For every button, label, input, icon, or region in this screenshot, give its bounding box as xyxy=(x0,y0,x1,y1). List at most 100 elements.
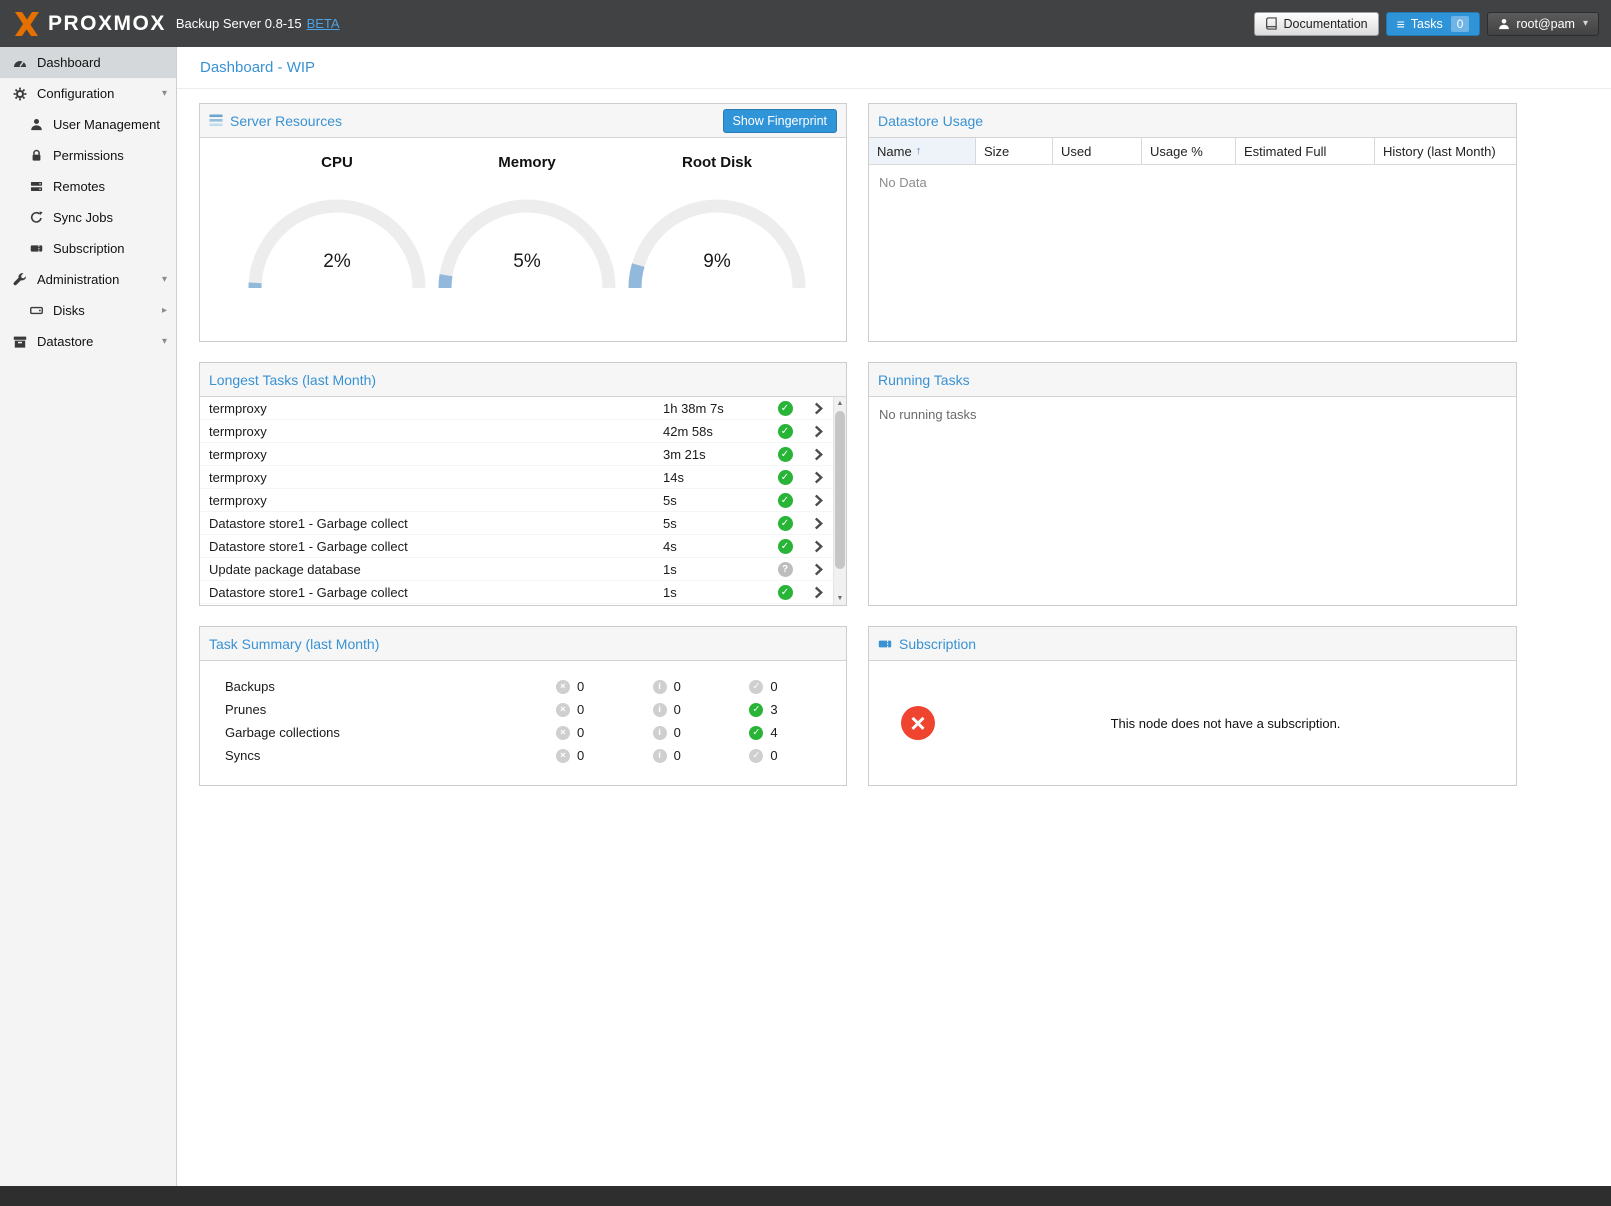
task-name: termproxy xyxy=(209,470,663,485)
documentation-button[interactable]: Documentation xyxy=(1254,12,1379,36)
error-count: 0 xyxy=(577,748,584,763)
task-open-chevron-icon[interactable] xyxy=(803,425,833,438)
longest-tasks-panel: Longest Tasks (last Month) termproxy 1h … xyxy=(199,362,847,606)
error-count-group: × 0 xyxy=(556,702,653,717)
task-open-chevron-icon[interactable] xyxy=(803,563,833,576)
sidebar-item-remotes[interactable]: Remotes xyxy=(0,171,176,202)
task-open-chevron-icon[interactable] xyxy=(803,402,833,415)
sidebar-item-subscription[interactable]: Subscription xyxy=(0,233,176,264)
tasks-button[interactable]: ≡ Tasks 0 xyxy=(1386,12,1481,36)
sidebar-item-configuration[interactable]: Configuration ▾ xyxy=(0,78,176,109)
ticket-icon xyxy=(878,637,892,651)
summary-row: Prunes × 0 i 0 ✓ xyxy=(200,698,846,721)
show-fingerprint-button[interactable]: Show Fingerprint xyxy=(723,109,838,133)
task-open-chevron-icon[interactable] xyxy=(803,494,833,507)
column-usage[interactable]: Usage % xyxy=(1142,138,1236,164)
sidebar-item-label: Permissions xyxy=(53,148,124,163)
user-menu-button[interactable]: root@pam ▾ xyxy=(1487,12,1599,36)
task-summary-header: Task Summary (last Month) xyxy=(200,627,846,661)
user-icon xyxy=(28,118,44,131)
scroll-down-icon[interactable]: ▼ xyxy=(834,592,846,605)
sidebar-item-permissions[interactable]: Permissions xyxy=(0,140,176,171)
task-name: Datastore store1 - Garbage collect xyxy=(209,539,663,554)
gauge-arc: 9% xyxy=(622,193,812,291)
task-row[interactable]: termproxy 14s ✓ xyxy=(200,466,833,489)
task-summary-body: Backups × 0 i 0 ✓ xyxy=(200,661,846,785)
scrollbar-thumb[interactable] xyxy=(835,411,845,569)
task-list-icon: ≡ xyxy=(1397,17,1405,31)
topbar-actions: Documentation ≡ Tasks 0 root@pam ▾ xyxy=(1254,12,1599,36)
brand-name: PROXMOX xyxy=(48,12,166,36)
sidebar-item-label: Configuration xyxy=(37,86,114,101)
task-row[interactable]: Datastore store1 - Garbage collect 4s ✓ xyxy=(200,535,833,558)
longest-tasks-header: Longest Tasks (last Month) xyxy=(200,363,846,397)
sidebar-item-user-management[interactable]: User Management xyxy=(0,109,176,140)
datastore-empty-text: No Data xyxy=(869,165,1516,200)
task-open-chevron-icon[interactable] xyxy=(803,540,833,553)
column-used[interactable]: Used xyxy=(1053,138,1142,164)
task-open-chevron-icon[interactable] xyxy=(803,517,833,530)
summary-label: Syncs xyxy=(225,748,556,763)
sidebar-item-label: Dashboard xyxy=(37,55,101,70)
summary-label: Prunes xyxy=(225,702,556,717)
sync-icon xyxy=(28,211,44,224)
summary-row: Syncs × 0 i 0 ✓ xyxy=(200,744,846,767)
sidebar-item-sync-jobs[interactable]: Sync Jobs xyxy=(0,202,176,233)
task-row[interactable]: termproxy 3m 21s ✓ xyxy=(200,443,833,466)
panel-title: Server Resources xyxy=(230,113,342,129)
task-duration: 1h 38m 7s xyxy=(663,401,767,416)
task-row[interactable]: Update package database 1s ? xyxy=(200,558,833,581)
error-count-group: × 0 xyxy=(556,748,653,763)
task-row[interactable]: termproxy 5s ✓ xyxy=(200,489,833,512)
column-history[interactable]: History (last Month) xyxy=(1375,138,1516,164)
tasks-label: Tasks xyxy=(1411,17,1443,31)
sidebar-item-administration[interactable]: Administration ▾ xyxy=(0,264,176,295)
sidebar-item-label: Subscription xyxy=(53,241,125,256)
sidebar-item-disks[interactable]: Disks ▸ xyxy=(0,295,176,326)
panel-title: Longest Tasks (last Month) xyxy=(209,372,376,388)
gauge-value: 2% xyxy=(242,251,432,273)
sidebar-item-datastore[interactable]: Datastore ▾ xyxy=(0,326,176,357)
resource-bars-icon xyxy=(209,114,223,127)
beta-link[interactable]: BETA xyxy=(307,16,340,31)
scroll-up-icon[interactable]: ▲ xyxy=(834,397,846,410)
gauge-value: 9% xyxy=(622,251,812,273)
subscription-panel: Subscription × This node does not have a… xyxy=(868,626,1517,786)
column-name[interactable]: Name ↑ xyxy=(869,138,976,164)
user-menu-label: root@pam xyxy=(1516,17,1575,31)
task-open-chevron-icon[interactable] xyxy=(803,586,833,599)
warning-count: 0 xyxy=(674,725,681,740)
sidebar-item-dashboard[interactable]: Dashboard xyxy=(0,47,176,78)
cpu-gauge: CPU 2% xyxy=(242,154,432,341)
panel-title: Subscription xyxy=(899,636,976,652)
sidebar-item-label: Sync Jobs xyxy=(53,210,113,225)
task-row[interactable]: termproxy 42m 58s ✓ xyxy=(200,420,833,443)
column-label: Usage % xyxy=(1150,144,1203,159)
task-row[interactable]: Datastore store1 - Garbage collect 5s ✓ xyxy=(200,512,833,535)
scrollbar[interactable]: ▲ ▼ xyxy=(833,397,846,605)
panel-title: Running Tasks xyxy=(878,372,970,388)
panel-title: Task Summary (last Month) xyxy=(209,636,379,652)
task-row[interactable]: Datastore store1 - Garbage collect 1s ✓ xyxy=(200,581,833,604)
dashboard-icon xyxy=(12,56,28,70)
task-open-chevron-icon[interactable] xyxy=(803,448,833,461)
sidebar-item-label: Administration xyxy=(37,272,119,287)
datastore-usage-header: Datastore Usage xyxy=(869,104,1516,138)
column-estimated-full[interactable]: Estimated Full xyxy=(1236,138,1375,164)
column-size[interactable]: Size xyxy=(976,138,1053,164)
task-duration: 3m 21s xyxy=(663,447,767,462)
column-label: History (last Month) xyxy=(1383,144,1496,159)
main-area: Dashboard Configuration ▾ User Managemen… xyxy=(0,47,1611,1186)
task-row[interactable]: termproxy 1h 38m 7s ✓ xyxy=(200,397,833,420)
task-open-chevron-icon[interactable] xyxy=(803,471,833,484)
subscription-header: Subscription xyxy=(869,627,1516,661)
memory-gauge: Memory 5% xyxy=(432,154,622,341)
summary-label: Backups xyxy=(225,679,556,694)
error-count-group: × 0 xyxy=(556,679,653,694)
no-subscription-icon: × xyxy=(901,706,935,740)
sidebar-item-label: Datastore xyxy=(37,334,93,349)
task-status-icon: ✓ xyxy=(778,424,793,439)
ok-count-group: ✓ 3 xyxy=(749,702,846,717)
root-disk-gauge: Root Disk 9% xyxy=(622,154,812,341)
ok-count-group: ✓ 0 xyxy=(749,679,846,694)
